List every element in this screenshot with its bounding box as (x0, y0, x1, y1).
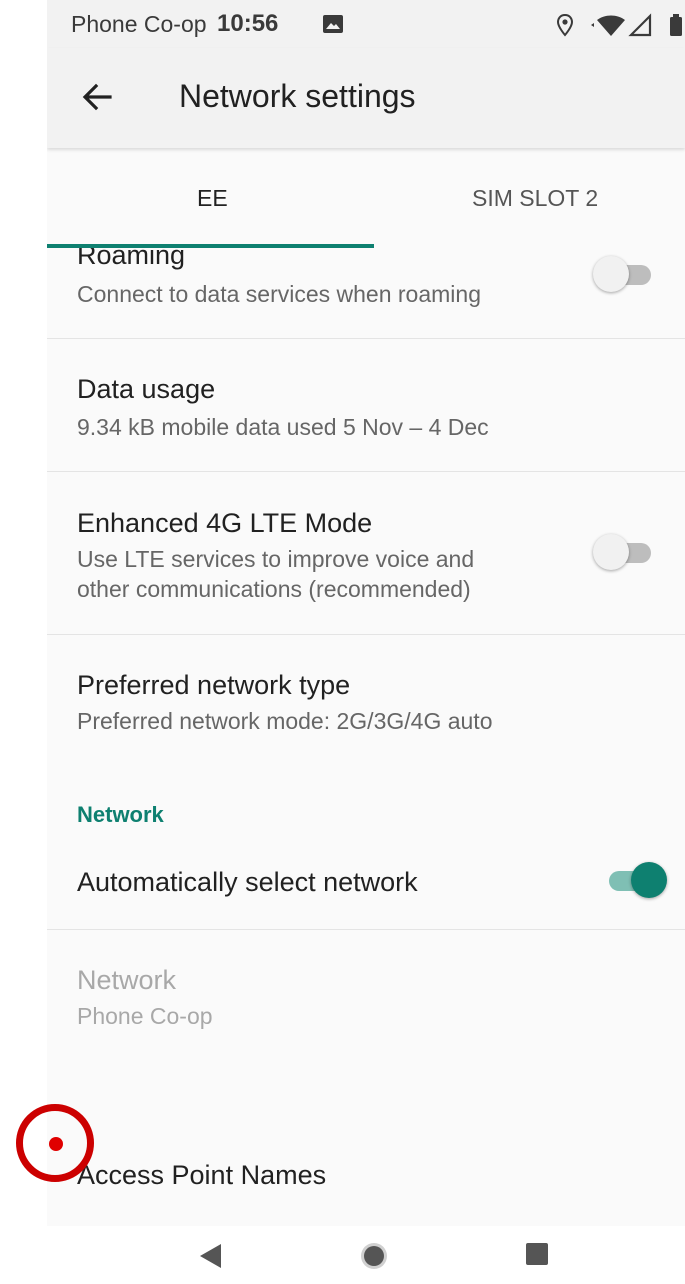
status-bar: Phone Co-op 10:56 (47, 0, 685, 48)
tab-ee[interactable]: EE (197, 185, 228, 212)
status-icons (556, 13, 682, 37)
page-title: Network settings (179, 78, 416, 114)
tap-indicator (16, 1104, 94, 1182)
tab-sim-slot-2[interactable]: SIM SLOT 2 (472, 185, 598, 212)
sim-tabs: EE SIM SLOT 2 (47, 152, 685, 248)
setting-preferred-network-type[interactable]: Preferred network type Preferred network… (47, 635, 685, 765)
roaming-summary: Connect to data services when roaming (77, 281, 481, 307)
home-nav-icon[interactable] (358, 1242, 390, 1274)
setting-network: Network Phone Co-op (47, 930, 685, 1050)
preferred-network-title: Preferred network type (77, 670, 351, 700)
setting-auto-select-network[interactable]: Automatically select network (47, 836, 685, 928)
carrier-name: Phone Co-op (71, 11, 207, 37)
settings-list[interactable]: Roaming Connect to data services when ro… (47, 248, 685, 1226)
enhanced-lte-summary-line2: other communications (recommended) (77, 576, 471, 602)
signal-icon (628, 13, 652, 37)
back-nav-icon[interactable] (197, 1242, 225, 1270)
network-section-header: Network (77, 802, 164, 827)
clock: 10:56 (217, 10, 279, 37)
tap-indicator-dot (49, 1137, 63, 1151)
setting-roaming[interactable]: Roaming Connect to data services when ro… (47, 248, 685, 338)
auto-select-title: Automatically select network (77, 867, 418, 897)
navigation-bar (47, 1226, 685, 1284)
back-arrow-icon[interactable] (80, 80, 114, 114)
auto-select-toggle[interactable] (601, 860, 667, 900)
preferred-network-summary: Preferred network mode: 2G/3G/4G auto (77, 708, 493, 734)
battery-icon (670, 14, 682, 36)
enhanced-lte-toggle[interactable] (593, 532, 659, 572)
location-icon (556, 13, 574, 37)
apn-title: Access Point Names (77, 1160, 327, 1190)
app-toolbar: Network settings (47, 48, 685, 148)
image-notification-icon (323, 15, 343, 33)
enhanced-lte-summary-line1: Use LTE services to improve voice and (77, 546, 475, 572)
wifi-icon (591, 15, 625, 36)
setting-enhanced-lte[interactable]: Enhanced 4G LTE Mode Use LTE services to… (47, 472, 685, 634)
setting-data-usage[interactable]: Data usage 9.34 kB mobile data used 5 No… (47, 339, 685, 471)
roaming-toggle[interactable] (593, 254, 659, 294)
network-summary: Phone Co-op (77, 1003, 213, 1029)
network-title: Network (77, 965, 177, 995)
data-usage-title: Data usage (77, 374, 216, 404)
recents-nav-icon[interactable] (525, 1242, 551, 1268)
setting-access-point-names[interactable]: Access Point Names (47, 1128, 685, 1226)
data-usage-summary: 9.34 kB mobile data used 5 Nov – 4 Dec (77, 414, 489, 440)
enhanced-lte-title: Enhanced 4G LTE Mode (77, 508, 373, 538)
phone-screen: Phone Co-op 10:56 Network settings EE SI… (47, 0, 685, 1284)
roaming-title: Roaming (77, 248, 186, 270)
